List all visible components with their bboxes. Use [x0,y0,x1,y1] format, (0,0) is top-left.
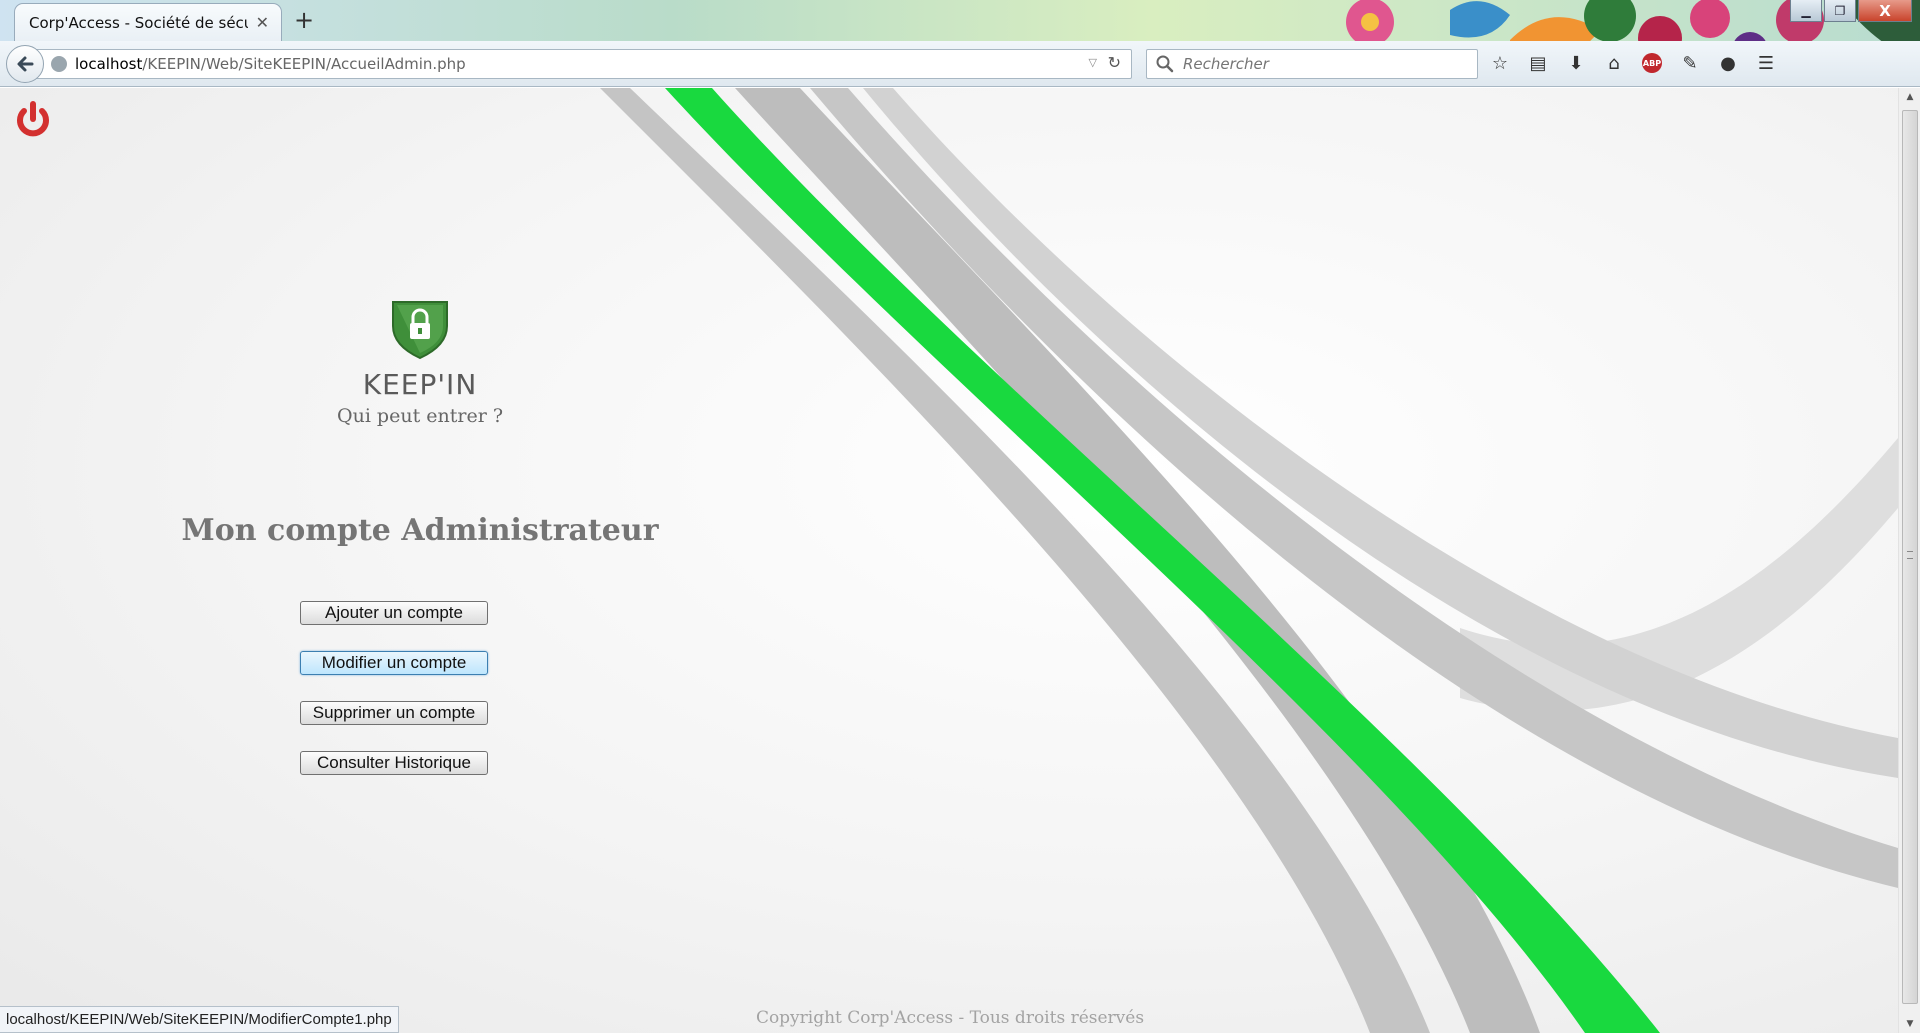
url-host: localhost [75,55,143,73]
browser-tab[interactable]: Corp'Access - Société de sécuri... ✕ [14,3,282,41]
adblock-badge: ABP [1642,53,1662,73]
site-identity-icon[interactable] [51,56,67,72]
shield-lock-icon [392,301,448,360]
scroll-up-icon[interactable]: ▲ [1899,88,1920,106]
vertical-scrollbar[interactable]: ▲ ▼ [1898,88,1920,1033]
power-icon[interactable] [12,100,54,142]
close-tab-icon[interactable]: ✕ [256,14,269,31]
view-history-button[interactable]: Consulter Historique [300,751,488,775]
bookmark-star-icon[interactable]: ☆ [1486,47,1514,79]
back-arrow-icon [17,56,34,72]
reading-list-icon[interactable]: ▤ [1524,47,1552,79]
background-swoosh [600,88,1898,1033]
browser-titlebar: Corp'Access - Société de sécuri... ✕ + ▁… [0,0,1920,41]
scrollbar-grip [1907,551,1913,559]
minimize-button[interactable]: ▁ [1790,0,1822,22]
sync-icon[interactable]: ● [1714,47,1742,79]
url-path: /KEEPIN/Web/SiteKEEPIN/AccueilAdmin.php [142,55,466,73]
address-bar[interactable]: localhost/KEEPIN/Web/SiteKEEPIN/AccueilA… [32,49,1132,79]
page-viewport: KEEP'IN Qui peut entrer ? Mon compte Adm… [0,88,1898,1033]
add-account-button[interactable]: Ajouter un compte [300,601,488,625]
copyright-footer: Copyright Corp'Access - Tous droits rése… [755,1008,1145,1028]
scrollbar-thumb[interactable] [1902,110,1918,1004]
search-icon [1156,55,1174,73]
adblock-icon[interactable]: ABP [1638,47,1666,79]
scroll-down-icon[interactable]: ▼ [1899,1015,1920,1033]
admin-actions: Ajouter un compte Modifier un compte Sup… [300,601,488,801]
brand-tagline: Qui peut entrer ? [337,405,503,427]
browser-navbar: localhost/KEEPIN/Web/SiteKEEPIN/AccueilA… [0,41,1920,87]
tab-title: Corp'Access - Société de sécuri... [29,13,248,32]
search-bar[interactable] [1146,49,1478,79]
close-window-button[interactable]: X [1858,0,1912,22]
maximize-button[interactable]: ❐ [1824,0,1856,22]
menu-icon[interactable]: ☰ [1752,47,1780,79]
delete-account-button[interactable]: Supprimer un compte [300,701,488,725]
brand-name: KEEP'IN [362,368,478,401]
search-input[interactable] [1183,55,1463,73]
reload-icon[interactable]: ↻ [1108,53,1121,72]
download-icon[interactable]: ⬇ [1562,47,1590,79]
back-button[interactable] [6,45,44,83]
toolbar-icons: ☆ ▤ ⬇ ⌂ ABP ✎ ● ☰ [1486,47,1780,79]
new-tab-button[interactable]: + [294,6,314,34]
status-bar-link: localhost/KEEPIN/Web/SiteKEEPIN/Modifier… [0,1006,399,1033]
modify-account-button[interactable]: Modifier un compte [300,651,488,675]
url-text[interactable]: localhost/KEEPIN/Web/SiteKEEPIN/AccueilA… [75,55,466,73]
history-dropdown-icon[interactable]: ▽ [1089,56,1097,69]
extension-icon[interactable]: ✎ [1676,47,1704,79]
home-icon[interactable]: ⌂ [1600,47,1628,79]
brand-logo: KEEP'IN Qui peut entrer ? [310,296,530,427]
page-title: Mon compte Administrateur [181,513,659,548]
window-controls: ▁ ❐ X [1790,0,1912,22]
